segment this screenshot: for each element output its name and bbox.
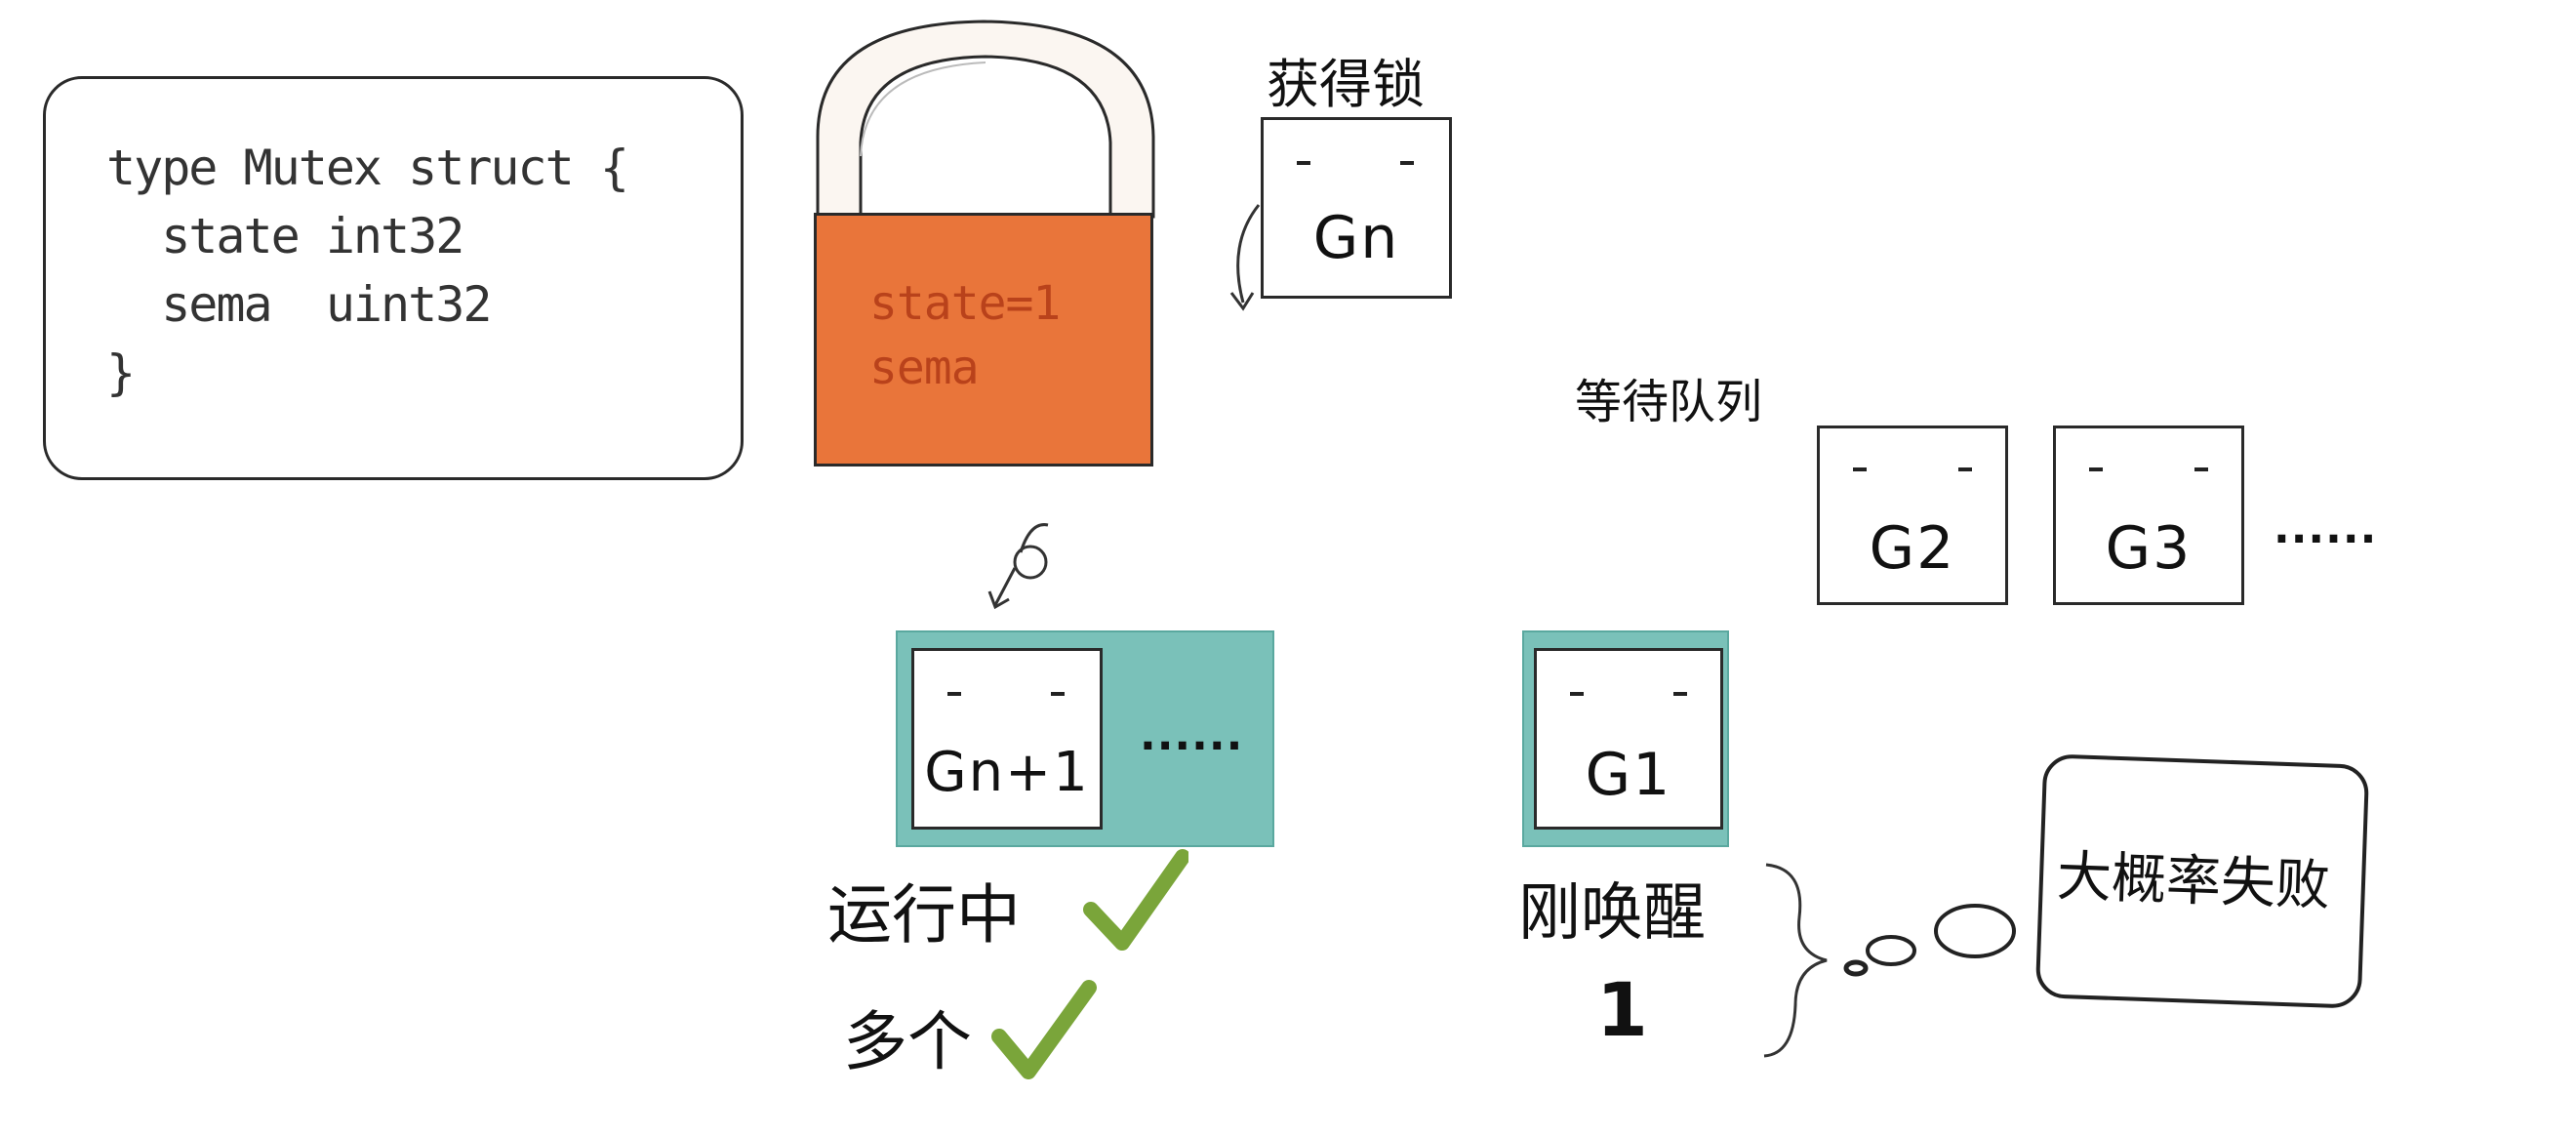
eye-icon bbox=[2194, 467, 2208, 471]
acquired-lock-caption: 获得锁 bbox=[1267, 54, 1425, 115]
eye-icon bbox=[1958, 467, 1972, 471]
mutex-struct-code-box: type Mutex struct { state int32 sema uin… bbox=[43, 76, 744, 480]
wait-queue-ellipsis: ...... bbox=[2274, 504, 2378, 553]
goroutine-label: G2 bbox=[1869, 514, 1956, 583]
woken-goroutine-group: G1 bbox=[1522, 630, 1729, 847]
goroutine-gn-plus-1-box: Gn+1 bbox=[911, 648, 1103, 830]
goroutine-g1-box: G1 bbox=[1534, 648, 1723, 830]
code-line-3: sema uint32 bbox=[106, 276, 492, 333]
brace-icon bbox=[1763, 863, 1828, 1058]
eye-icon bbox=[1051, 692, 1065, 696]
goroutine-label: Gn bbox=[1312, 204, 1400, 272]
goroutine-label: G1 bbox=[1585, 741, 1672, 809]
spin-arrow-icon bbox=[987, 523, 1049, 610]
goroutine-g2-box: G2 bbox=[1817, 426, 2008, 605]
running-goroutines-group: Gn+1 ...... bbox=[896, 630, 1274, 847]
lock-sema-label: sema bbox=[869, 341, 980, 395]
wait-queue-caption: 等待队列 bbox=[1575, 375, 1763, 429]
eye-icon bbox=[1297, 161, 1310, 165]
thought-bubble-dots bbox=[1843, 904, 2016, 977]
lock-shackle-icon bbox=[816, 20, 1155, 219]
hook-arrow-icon bbox=[1229, 204, 1261, 311]
check-icon bbox=[1083, 849, 1188, 951]
lock-body: state=1 sema bbox=[814, 213, 1153, 467]
running-status-label: 运行中 bbox=[827, 877, 1021, 953]
eye-icon bbox=[1673, 692, 1687, 696]
goroutine-gn-box: Gn bbox=[1261, 117, 1452, 299]
code-line-1: type Mutex struct { bbox=[106, 140, 629, 196]
lock-state-label: state=1 bbox=[869, 276, 1061, 331]
eye-icon bbox=[947, 692, 961, 696]
code-line-4: } bbox=[106, 345, 136, 401]
woken-status-label: 刚唤醒 bbox=[1518, 877, 1706, 950]
eye-icon bbox=[1400, 161, 1414, 165]
code-line-2: state int32 bbox=[106, 208, 464, 264]
goroutine-label: G3 bbox=[2105, 514, 2193, 583]
count-label: 多个 bbox=[843, 1004, 972, 1079]
thought-cloud: 大概率失败 bbox=[2034, 753, 2370, 1009]
eye-icon bbox=[1570, 692, 1584, 696]
eye-icon bbox=[1853, 467, 1867, 471]
thought-text: 大概率失败 bbox=[2055, 844, 2332, 918]
goroutine-g3-box: G3 bbox=[2053, 426, 2244, 605]
woken-count: 1 bbox=[1596, 966, 1648, 1053]
eye-icon bbox=[2089, 467, 2103, 471]
goroutine-label: Gn+1 bbox=[924, 741, 1090, 804]
running-ellipsis: ...... bbox=[1140, 710, 1244, 760]
check-icon bbox=[991, 980, 1097, 1079]
